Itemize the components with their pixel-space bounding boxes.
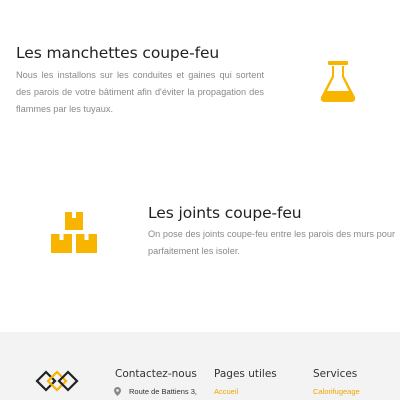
- feature-title-joints: Les joints coupe-feu: [148, 204, 302, 222]
- footer-link-accueil[interactable]: Accueil: [214, 387, 238, 396]
- diamonds-logo[interactable]: [34, 369, 80, 393]
- footer-pages-title: Pages utiles: [214, 368, 277, 380]
- footer-contact-title: Contactez-nous: [115, 368, 197, 380]
- feature-text-manchettes: Nous les installons sur les conduites et…: [16, 70, 264, 114]
- footer-address: Route de Battiens 3,: [129, 387, 197, 396]
- feature-title-manchettes: Les manchettes coupe-feu: [16, 44, 220, 62]
- feature-text-joints: On pose des joints coupe-feu entre les p…: [148, 229, 395, 256]
- footer-link-calorifugeage[interactable]: Calorifugeage: [313, 387, 360, 396]
- footer-services-title: Services: [313, 368, 358, 380]
- flask-icon: [320, 61, 356, 102]
- site-footer: Contactez-nous Route de Battiens 3, Page…: [0, 332, 400, 400]
- boxes-icon: [51, 212, 97, 253]
- map-marker-icon: [114, 387, 121, 396]
